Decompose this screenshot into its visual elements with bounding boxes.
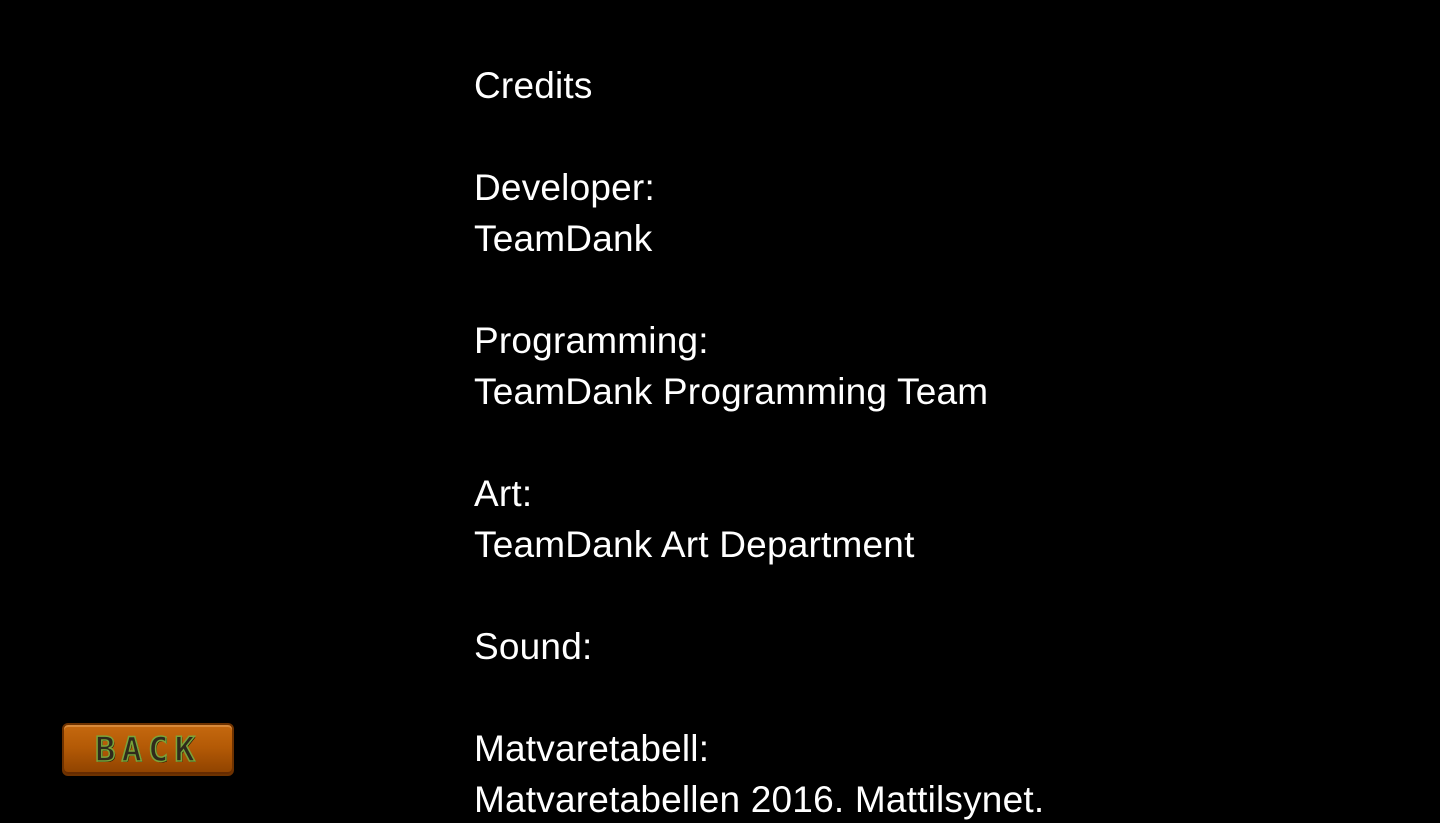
credits-screen: Credits Developer: TeamDank Programming:… [0, 0, 1440, 823]
credits-text-block: Credits Developer: TeamDank Programming:… [474, 60, 1044, 823]
developer-heading: Developer: [474, 167, 655, 208]
matvaretabell-source: Matvaretabellen 2016. Mattilsynet. [474, 779, 1045, 820]
programming-name: TeamDank Programming Team [474, 371, 989, 412]
developer-name: TeamDank [474, 218, 653, 259]
sound-heading: Sound: [474, 626, 593, 667]
back-button[interactable]: BACK [62, 723, 234, 776]
programming-heading: Programming: [474, 320, 709, 361]
credits-title: Credits [474, 65, 593, 106]
art-name: TeamDank Art Department [474, 524, 915, 565]
art-heading: Art: [474, 473, 533, 514]
back-button-label: BACK [94, 729, 201, 770]
matvaretabell-heading: Matvaretabell: [474, 728, 710, 769]
